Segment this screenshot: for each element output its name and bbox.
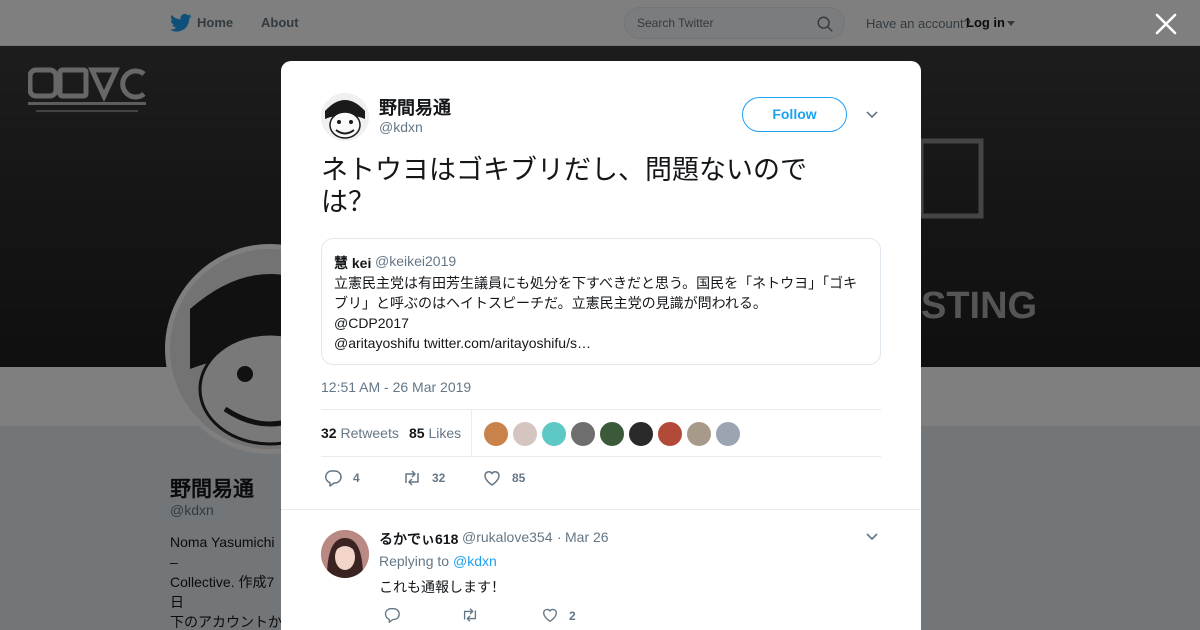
reply-author-handle[interactable]: @rukalove354	[462, 529, 553, 545]
liker-avatar[interactable]	[686, 421, 712, 447]
likes-label: Likes	[428, 425, 462, 441]
tweet-actions: 4 32 85	[321, 466, 881, 490]
replying-to-prefix: Replying to	[379, 553, 450, 569]
reply-actions: 2	[379, 604, 679, 628]
reply-avatar[interactable]	[321, 530, 369, 578]
chevron-down-icon[interactable]	[866, 533, 878, 541]
replying-to-link[interactable]: @kdxn	[453, 553, 497, 569]
quoted-tweet[interactable]: 慧 kei @keikei2019 立憲民主党は有田芳生議員にも処分を下すべきだ…	[321, 238, 881, 365]
reply-icon	[384, 608, 400, 623]
liker-avatar[interactable]	[512, 421, 538, 447]
close-icon[interactable]	[1154, 12, 1178, 36]
reply-separator-dot: ·	[557, 529, 562, 545]
tweet-modal: 野間易通 @kdxn Follow ネトウヨはゴキブリだし、問題ないのでは？ 慧…	[281, 61, 921, 630]
reply-avatar-photo	[321, 530, 369, 578]
follow-button[interactable]: Follow	[742, 97, 847, 132]
liker-avatar[interactable]	[628, 421, 654, 447]
quoted-author-name: 慧 kei	[334, 255, 372, 271]
liker-avatar[interactable]	[657, 421, 683, 447]
quoted-tweet-text: 立憲民主党は有田芳生議員にも処分を下すべきだと思う。国民を「ネトウヨ」「ゴキ ブ…	[334, 273, 870, 353]
tweet-stats: 32 Retweets 85 Likes	[321, 409, 881, 457]
stats-divider	[471, 410, 472, 456]
quoted-line: 立憲民主党は有田芳生議員にも処分を下すべきだと思う。国民を「ネトウヨ」「ゴキ	[334, 275, 858, 291]
author-handle[interactable]: @kdxn	[379, 119, 423, 135]
author-avatar-illustration	[321, 93, 369, 141]
retweets-label: Retweets	[340, 425, 399, 441]
heart-icon	[543, 608, 557, 622]
retweet-icon	[405, 470, 419, 486]
liker-avatar[interactable]	[541, 421, 567, 447]
reply-separator	[281, 509, 921, 510]
retweets-stat[interactable]: 32 Retweets	[321, 425, 399, 441]
tweet-timestamp[interactable]: 12:51 AM - 26 Mar 2019	[321, 379, 471, 395]
liker-avatar[interactable]	[599, 421, 625, 447]
reply-author-name[interactable]: るかでぃ618	[379, 529, 458, 549]
heart-icon	[484, 471, 500, 486]
quoted-mention-link[interactable]: @CDP2017	[334, 313, 870, 333]
tweet-text: ネトウヨはゴキブリだし、問題ないのでは？	[321, 155, 807, 217]
liker-avatar[interactable]	[715, 421, 741, 447]
retweet-count: 32	[432, 471, 446, 485]
reply-count: 4	[353, 471, 360, 485]
retweets-count: 32	[321, 425, 337, 441]
reply-like-count: 2	[569, 609, 576, 623]
likes-count: 85	[409, 425, 425, 441]
reply-icon	[324, 470, 342, 487]
author-avatar[interactable]	[321, 93, 369, 141]
chevron-down-icon[interactable]	[866, 111, 878, 119]
retweet-icon	[463, 608, 477, 622]
liker-avatar[interactable]	[570, 421, 596, 447]
liker-avatar[interactable]	[483, 421, 509, 447]
likes-stat[interactable]: 85 Likes	[409, 425, 461, 441]
quoted-link-line[interactable]: @aritayoshifu twitter.com/aritayoshifu/s…	[334, 333, 870, 353]
reply-date[interactable]: Mar 26	[565, 529, 609, 545]
author-name[interactable]: 野間易通	[379, 94, 451, 120]
like-count: 85	[512, 471, 526, 485]
reply-text: これも通報します！	[379, 579, 505, 595]
quoted-author-handle: @keikei2019	[375, 253, 457, 269]
quoted-line: ブリ」と呼ぶのはヘイトスピーチだ。立憲民主党の見識が問われる。	[334, 295, 767, 311]
